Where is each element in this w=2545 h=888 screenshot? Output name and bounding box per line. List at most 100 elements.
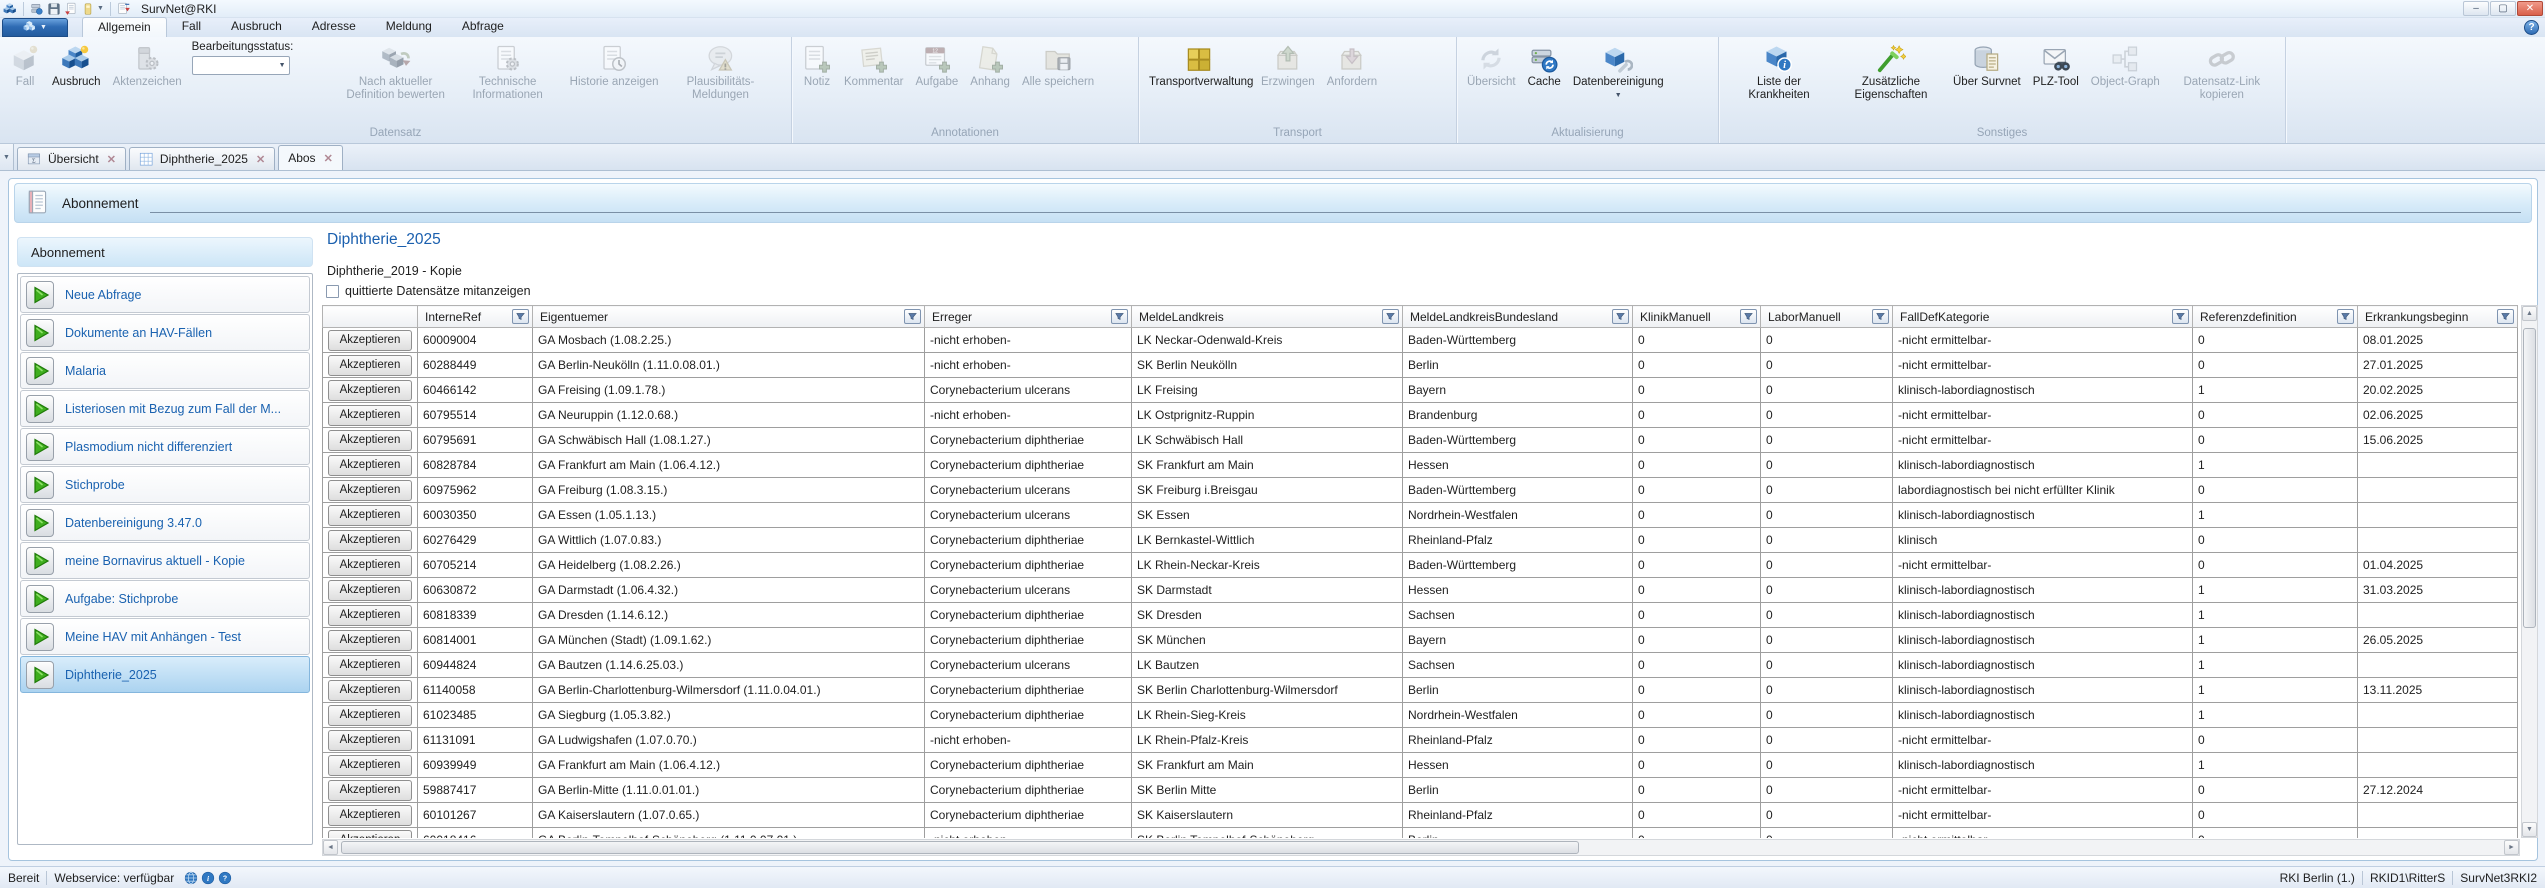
accept-button[interactable]: Akzeptieren — [328, 530, 412, 551]
globe-status-icon[interactable] — [184, 871, 198, 885]
run-query-button[interactable] — [26, 547, 54, 575]
scroll-left-arrow[interactable]: ◄ — [323, 840, 338, 855]
datenbereinigung-button[interactable]: Datenbereinigung▼ — [1567, 41, 1670, 127]
run-query-button[interactable] — [26, 661, 54, 689]
filter-icon[interactable] — [512, 309, 529, 324]
server-icon[interactable] — [30, 2, 44, 16]
liste-der-krankheiten-button[interactable]: iListe der Krankheiten — [1723, 41, 1835, 127]
bearbeitungsstatus-combobox[interactable]: ▼ — [192, 56, 290, 75]
sidebar-item-plasmodium-nicht-differenziert[interactable]: Plasmodium nicht differenziert — [20, 428, 310, 465]
column-header-meldelandkreis[interactable]: MeldeLandkreis — [1132, 306, 1403, 328]
sidebar-item-datenbereinigung-3-47-0[interactable]: Datenbereinigung 3.47.0 — [20, 504, 310, 541]
export-icon[interactable] — [117, 2, 131, 16]
plz-tool-button[interactable]: PLZ-Tool — [2027, 41, 2085, 127]
filter-icon[interactable] — [1740, 309, 1757, 324]
zusaetzliche-eigenschaften-button[interactable]: Zusätzliche Eigenschaften — [1835, 41, 1947, 127]
menu-tab-adresse[interactable]: Adresse — [297, 17, 371, 37]
save-icon[interactable] — [47, 2, 61, 16]
chevron-down-icon[interactable]: ▼ — [97, 5, 104, 12]
vertical-scroll-thumb[interactable] — [2523, 328, 2536, 628]
sidebar-item-stichprobe[interactable]: Stichprobe — [20, 466, 310, 503]
column-header-erreger[interactable]: Erreger — [925, 306, 1132, 328]
chevron-down-icon[interactable]: ▼ — [276, 62, 289, 69]
info-status-icon[interactable]: i — [201, 871, 215, 885]
menu-tab-meldung[interactable]: Meldung — [371, 17, 447, 37]
sidebar-item-malaria[interactable]: Malaria — [20, 352, 310, 389]
accept-button[interactable]: Akzeptieren — [328, 405, 412, 426]
run-query-button[interactable] — [26, 471, 54, 499]
accept-button[interactable]: Akzeptieren — [328, 655, 412, 676]
accept-button[interactable]: Akzeptieren — [328, 730, 412, 751]
filter-icon[interactable] — [2172, 309, 2189, 324]
run-query-button[interactable] — [26, 585, 54, 613]
filter-icon[interactable] — [1111, 309, 1128, 324]
app-logo-icon[interactable] — [3, 2, 17, 16]
sidebar-item-meine-hav-mit-anhaengen-test[interactable]: Meine HAV mit Anhängen - Test — [20, 618, 310, 655]
run-query-button[interactable] — [26, 281, 54, 309]
accept-button[interactable]: Akzeptieren — [328, 705, 412, 726]
scroll-down-arrow[interactable]: ▼ — [2522, 822, 2537, 837]
column-header-eigentuemer[interactable]: Eigentuemer — [533, 306, 925, 328]
accept-button[interactable]: Akzeptieren — [328, 755, 412, 776]
column-header-klinikmanuell[interactable]: KlinikManuell — [1633, 306, 1761, 328]
run-query-button[interactable] — [26, 357, 54, 385]
show-acknowledged-checkbox[interactable] — [326, 285, 339, 298]
document-tab-abos[interactable]: Abos✕ — [278, 145, 343, 170]
run-query-button[interactable] — [26, 623, 54, 651]
run-query-button[interactable] — [26, 509, 54, 537]
accept-button[interactable]: Akzeptieren — [328, 380, 412, 401]
accept-button[interactable]: Akzeptieren — [328, 680, 412, 701]
tab-list-dropdown[interactable]: ▼ — [0, 144, 14, 170]
run-query-button[interactable] — [26, 319, 54, 347]
scroll-up-arrow[interactable]: ▲ — [2522, 306, 2537, 321]
profile-icon[interactable] — [81, 2, 95, 16]
sidebar-item-dokumente-an-hav-faellen[interactable]: Dokumente an HAV-Fällen — [20, 314, 310, 351]
ueber-survnet-button[interactable]: Über Survnet — [1947, 41, 2027, 127]
accept-button[interactable]: Akzeptieren — [328, 555, 412, 576]
menu-tab-allgemein[interactable]: Allgemein — [82, 17, 167, 37]
run-query-button[interactable] — [26, 433, 54, 461]
maximize-button[interactable]: ▢ — [2490, 1, 2516, 16]
filter-icon[interactable] — [904, 309, 921, 324]
chevron-down-icon[interactable]: ▼ — [1615, 92, 1622, 100]
accept-button[interactable]: Akzeptieren — [328, 480, 412, 501]
accept-button[interactable]: Akzeptieren — [328, 580, 412, 601]
column-header-interneref[interactable]: InterneRef — [418, 306, 533, 328]
filter-icon[interactable] — [1612, 309, 1629, 324]
accept-button[interactable]: Akzeptieren — [328, 630, 412, 651]
ausbruch-button[interactable]: Ausbruch — [46, 41, 107, 127]
vertical-scrollbar[interactable]: ▲ ▼ — [2521, 305, 2538, 838]
sidebar-item-meine-bornavirus-aktuell-kopie[interactable]: meine Bornavirus aktuell - Kopie — [20, 542, 310, 579]
horizontal-scrollbar[interactable]: ◄ ► — [322, 839, 2520, 856]
close-icon[interactable]: ✕ — [107, 153, 116, 166]
filter-icon[interactable] — [2337, 309, 2354, 324]
accept-button[interactable]: Akzeptieren — [328, 805, 412, 826]
accept-button[interactable]: Akzeptieren — [328, 780, 412, 801]
sidebar-item-diphtherie-2025[interactable]: Diphtherie_2025 — [20, 656, 310, 693]
minimize-button[interactable]: – — [2463, 1, 2489, 16]
column-header-falldefkategorie[interactable]: FallDefKategorie — [1893, 306, 2193, 328]
close-button[interactable]: ✕ — [2517, 1, 2543, 16]
document-tab-uebersicht[interactable]: ΣÜbersicht✕ — [17, 147, 126, 170]
close-icon[interactable]: ✕ — [324, 152, 333, 165]
run-query-button[interactable] — [26, 395, 54, 423]
filter-icon[interactable] — [2497, 309, 2514, 324]
document-tab-diphtherie-2025[interactable]: Diphtherie_2025✕ — [129, 147, 275, 170]
accept-button[interactable]: Akzeptieren — [328, 830, 412, 839]
cache-button[interactable]: Cache — [1522, 41, 1567, 127]
menu-tab-abfrage[interactable]: Abfrage — [447, 17, 519, 37]
scroll-right-arrow[interactable]: ► — [2504, 840, 2519, 855]
accept-button[interactable]: Akzeptieren — [328, 430, 412, 451]
help-button[interactable]: ? — [2524, 20, 2539, 35]
help-status-icon[interactable]: ? — [218, 871, 232, 885]
accept-button[interactable]: Akzeptieren — [328, 330, 412, 351]
accept-button[interactable]: Akzeptieren — [328, 605, 412, 626]
close-icon[interactable]: ✕ — [256, 153, 265, 166]
horizontal-scroll-thumb[interactable] — [341, 841, 1579, 854]
transportverwaltung-button[interactable]: Transportverwaltung — [1143, 41, 1255, 127]
filter-icon[interactable] — [1872, 309, 1889, 324]
column-header-labormanuell[interactable]: LaborManuell — [1761, 306, 1893, 328]
sidebar-item-listeriosen-mit-bezug-zum-fall-der-m[interactable]: Listeriosen mit Bezug zum Fall der M... — [20, 390, 310, 427]
column-header-meldelandkreisbundesland[interactable]: MeldeLandkreisBundesland — [1403, 306, 1633, 328]
sidebar-item-neue-abfrage[interactable]: Neue Abfrage — [20, 276, 310, 313]
